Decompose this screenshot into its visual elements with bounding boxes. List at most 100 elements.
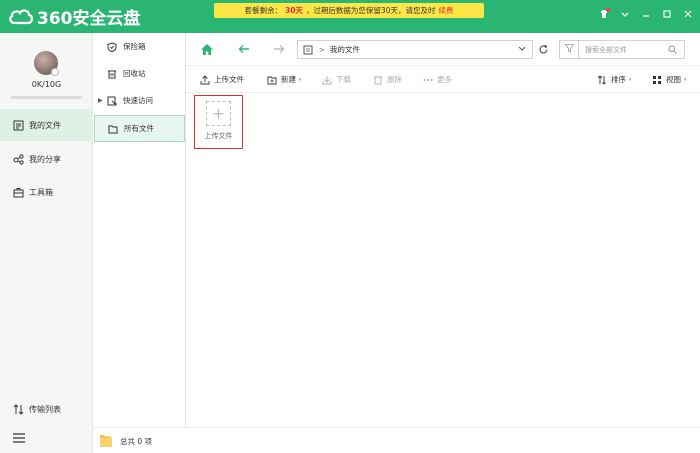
storage-quota-bar — [11, 96, 82, 99]
skin-button[interactable] — [598, 8, 610, 22]
sort-button[interactable]: 排序 ▾ — [597, 74, 632, 85]
grid-view-icon — [652, 75, 662, 85]
arrow-left-icon — [238, 44, 250, 56]
item-count: 总共 0 项 — [120, 437, 153, 446]
transfer-list-label: 传输列表 — [29, 405, 61, 414]
minimize-icon — [642, 10, 650, 21]
view-button[interactable]: 视图 ▾ — [652, 74, 687, 85]
new-folder-icon — [267, 75, 277, 85]
main-panel: > 我的文件 上传 — [186, 33, 700, 453]
subnav-item-label: 快速访问 — [123, 96, 153, 105]
path-separator-icon: > — [319, 45, 325, 54]
new-label: 新建 — [281, 75, 296, 84]
app-name: 360安全云盘 — [37, 8, 141, 29]
folder-icon — [100, 434, 112, 450]
sidebar-item-label: 我的分享 — [29, 154, 61, 164]
file-list-icon — [13, 120, 24, 131]
search-icon[interactable] — [668, 45, 677, 56]
status-bar — [186, 427, 700, 453]
sidebar-item-label: 工具箱 — [29, 187, 53, 197]
upload-button[interactable]: 上传文件 — [200, 74, 244, 85]
notice-prefix: 套餐剩余： — [244, 6, 283, 15]
subnav-item-safe-box[interactable]: 保险箱 — [94, 33, 185, 60]
plan-notice-banner: 套餐剩余： 30天 ，过期后数据为您保留30天，请您及时 续费 — [214, 3, 484, 18]
sidebar-item-label: 我的文件 — [29, 120, 61, 130]
upload-label: 上传文件 — [214, 75, 244, 84]
maximize-button[interactable] — [661, 8, 673, 22]
main-menu-button[interactable] — [13, 433, 25, 443]
toolbox-icon — [13, 187, 24, 198]
view-label: 视图 — [666, 75, 681, 84]
forward-button[interactable] — [271, 42, 287, 58]
hamburger-icon — [13, 433, 25, 443]
storage-quota: 0K/10G — [31, 80, 62, 89]
path-bar[interactable]: > 我的文件 — [297, 40, 533, 59]
subnav-item-label: 回收站 — [123, 69, 146, 78]
filter-icon — [564, 44, 574, 55]
drive-icon — [303, 45, 313, 55]
expand-caret-icon[interactable]: ▶ — [98, 97, 103, 104]
upload-icon — [200, 74, 210, 85]
transfer-icon — [13, 404, 24, 415]
cloud-logo-icon — [8, 7, 34, 25]
sidebar: 0K/10G 我的文件 我的分享 工具箱 传输列表 — [0, 33, 93, 453]
subnav-item-quick-access[interactable]: ▶ 快速访问 — [94, 87, 185, 114]
plus-icon: + — [206, 101, 231, 126]
trash-icon — [373, 75, 383, 85]
subnav-item-recycle-bin[interactable]: 回收站 — [94, 60, 185, 87]
close-button[interactable] — [682, 8, 694, 22]
refresh-icon — [538, 44, 549, 57]
upload-tile-label: 上传文件 — [204, 132, 233, 140]
trash-icon — [107, 69, 117, 79]
avatar-badge-icon — [51, 68, 59, 76]
quick-access-icon — [107, 96, 117, 106]
notice-days: 30天 — [285, 6, 303, 15]
download-button[interactable]: 下载 — [322, 74, 351, 85]
download-label: 下载 — [336, 75, 351, 84]
new-button[interactable]: 新建 ▾ — [267, 74, 302, 85]
subnav-item-label: 所有文件 — [124, 124, 154, 133]
upload-file-tile[interactable]: + 上传文件 — [194, 95, 243, 149]
share-icon — [13, 153, 24, 165]
chevron-down-icon[interactable] — [518, 45, 526, 54]
dropdown-caret-icon: ▾ — [684, 76, 687, 83]
search-input[interactable] — [585, 45, 665, 54]
home-button[interactable] — [199, 42, 215, 58]
window-controls — [598, 8, 694, 22]
more-button[interactable]: 更多 — [423, 74, 452, 85]
sidebar-item-my-share[interactable]: 我的分享 — [0, 143, 93, 175]
sort-icon — [597, 74, 607, 85]
folder-icon — [108, 124, 118, 134]
home-icon — [200, 43, 214, 58]
maximize-icon — [663, 9, 671, 21]
notice-text: ，过期后数据为您保留30天，请您及时 — [305, 6, 436, 15]
more-dots-icon — [423, 78, 433, 82]
notification-dot — [606, 8, 610, 12]
navigation-bar: > 我的文件 — [186, 33, 700, 66]
download-icon — [322, 75, 332, 85]
path-current[interactable]: 我的文件 — [330, 44, 360, 55]
shield-icon — [107, 41, 117, 52]
toolbar: 上传文件 新建 ▾ 下载 删除 更多 排序 ▾ 视图 ▾ — [186, 67, 700, 93]
dropdown-caret-icon: ▾ — [629, 76, 632, 83]
filter-button[interactable] — [560, 41, 579, 58]
dropdown-caret-icon: ▾ — [299, 76, 302, 83]
renew-link[interactable]: 续费 — [438, 5, 453, 16]
search-box — [559, 40, 685, 59]
minimize-button[interactable] — [640, 8, 652, 22]
subnav-item-label: 保险箱 — [123, 42, 146, 51]
sort-label: 排序 — [611, 75, 626, 84]
refresh-button[interactable] — [535, 42, 551, 58]
more-label: 更多 — [437, 75, 452, 84]
title-bar: 360安全云盘 套餐剩余： 30天 ，过期后数据为您保留30天，请您及时 续费 — [0, 0, 700, 33]
delete-button[interactable]: 删除 — [373, 74, 402, 85]
close-icon — [684, 10, 692, 21]
sidebar-item-my-files[interactable]: 我的文件 — [0, 109, 93, 141]
subnav-item-all-files[interactable]: 所有文件 — [94, 115, 185, 142]
sidebar-item-toolbox[interactable]: 工具箱 — [0, 176, 93, 208]
back-button[interactable] — [236, 42, 252, 58]
arrow-right-icon — [273, 44, 285, 56]
chevron-down-icon — [621, 10, 629, 21]
transfer-list-button[interactable]: 传输列表 — [13, 404, 61, 415]
menu-button[interactable] — [619, 8, 631, 22]
